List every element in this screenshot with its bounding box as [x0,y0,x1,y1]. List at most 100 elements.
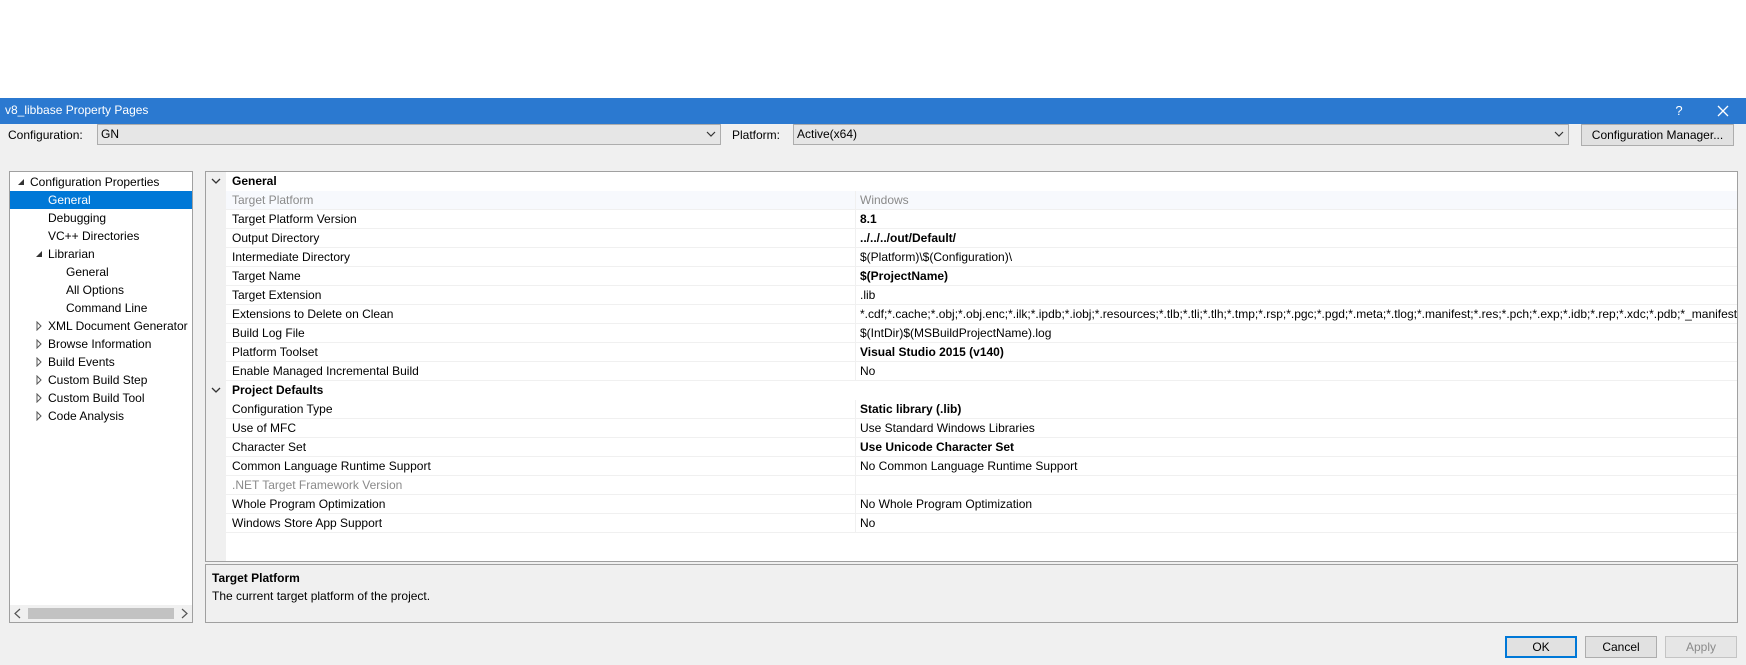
property-row[interactable]: Common Language Runtime Support No Common… [226,457,1737,476]
tree-item-label: Browse Information [48,337,152,351]
tree-item[interactable]: Browse Information [10,335,192,353]
tree-item[interactable]: Command Line [10,299,192,317]
property-row[interactable]: Windows Store App Support No [226,514,1737,533]
tree-item[interactable]: XML Document Generator [10,317,192,335]
property-name: Target Extension [232,288,322,302]
collapsed-triangle-icon[interactable] [34,357,44,367]
configuration-value: GN [101,127,119,141]
expanded-triangle-icon[interactable] [34,249,44,259]
collapsed-triangle-icon[interactable] [34,339,44,349]
property-value[interactable]: *.cdf;*.cache;*.obj;*.obj.enc;*.ilk;*.ip… [855,305,1737,324]
category-name: General [232,174,277,188]
property-name: Output Directory [232,231,320,245]
property-row[interactable]: Use of MFC Use Standard Windows Libraries [226,419,1737,438]
tree-item[interactable]: Code Analysis [10,407,192,425]
collapsed-triangle-icon[interactable] [34,375,44,385]
property-value[interactable]: $(IntDir)$(MSBuildProjectName).log [855,324,1737,343]
property-row[interactable]: Output Directory ../../../out/Default/ [226,229,1737,248]
property-row[interactable]: Build Log File $(IntDir)$(MSBuildProjectN… [226,324,1737,343]
tree-item-label: Build Events [48,355,115,369]
property-row[interactable]: Enable Managed Incremental Build No [226,362,1737,381]
expanded-triangle-icon[interactable] [16,177,26,187]
property-row[interactable]: Character Set Use Unicode Character Set [226,438,1737,457]
property-name: Whole Program Optimization [232,497,386,511]
property-name: Intermediate Directory [232,250,351,264]
apply-button[interactable]: Apply [1665,636,1737,658]
property-value[interactable]: No [855,362,1737,381]
property-row[interactable]: Target Platform Windows [226,191,1737,210]
property-value[interactable]: No [855,514,1737,533]
close-icon[interactable] [1712,101,1734,121]
property-row[interactable]: Intermediate Directory $(Platform)\$(Conf… [226,248,1737,267]
tree-item[interactable]: VC++ Directories [10,227,192,245]
ok-button[interactable]: OK [1505,636,1577,658]
property-row[interactable]: Target Platform Version 8.1 [226,210,1737,229]
collapsed-triangle-icon[interactable] [34,321,44,331]
property-name: Common Language Runtime Support [232,459,431,473]
tree-horizontal-scrollbar[interactable] [10,605,192,622]
category-name: Project Defaults [232,383,324,397]
cancel-button[interactable]: Cancel [1585,636,1657,658]
tree-item-label: Configuration Properties [30,175,160,189]
tree-item-label: General [66,265,109,279]
property-row[interactable]: .NET Target Framework Version [226,476,1737,495]
collapsed-triangle-icon[interactable] [34,393,44,403]
tree-item[interactable]: All Options [10,281,192,299]
tree-item-label: Debugging [48,211,107,225]
property-value[interactable]: Use Standard Windows Libraries [855,419,1737,438]
help-button[interactable]: ? [1668,101,1690,121]
tree-item-label: All Options [66,283,125,297]
property-value[interactable]: .lib [855,286,1737,305]
property-value[interactable]: $(ProjectName) [855,267,1737,286]
tree-item[interactable]: General [10,263,192,281]
tree-item[interactable]: General [10,191,192,209]
scroll-thumb[interactable] [28,608,174,619]
tree-item[interactable]: Custom Build Step [10,371,192,389]
property-row[interactable]: Extensions to Delete on Clean *.cdf;*.cac… [226,305,1737,324]
tree-item[interactable]: Build Events [10,353,192,371]
scroll-left-icon[interactable] [13,608,23,619]
tree-item[interactable]: Debugging [10,209,192,227]
property-value[interactable]: Static library (.lib) [855,400,1737,419]
category-header[interactable]: Project Defaults [206,381,1737,400]
property-value[interactable]: No Common Language Runtime Support [855,457,1737,476]
property-row[interactable]: Configuration Type Static library (.lib) [226,400,1737,419]
tree-item[interactable]: Librarian [10,245,192,263]
chevron-down-icon [706,131,716,137]
property-row[interactable]: Whole Program Optimization No Whole Progr… [226,495,1737,514]
property-value[interactable]: 8.1 [855,210,1737,229]
description-title: Target Platform [212,571,300,585]
chevron-down-icon [1554,131,1564,137]
category-tree[interactable]: Configuration Properties General Debugging… [9,171,193,623]
property-value[interactable]: ../../../out/Default/ [855,229,1737,248]
platform-dropdown[interactable]: Active(x64) [793,124,1569,145]
property-value[interactable]: Visual Studio 2015 (v140) [855,343,1737,362]
property-value[interactable]: No Whole Program Optimization [855,495,1737,514]
tree-item[interactable]: Custom Build Tool [10,389,192,407]
property-row[interactable]: Target Name $(ProjectName) [226,267,1737,286]
tree-item-label: Custom Build Tool [48,391,145,405]
chevron-down-icon[interactable] [211,386,221,394]
property-name: Configuration Type [232,402,333,416]
property-value[interactable]: Use Unicode Character Set [855,438,1737,457]
configuration-dropdown[interactable]: GN [97,124,721,145]
property-value[interactable] [855,476,1737,495]
configuration-manager-button[interactable]: Configuration Manager... [1581,124,1734,146]
window-title: v8_libbase Property Pages [5,103,149,117]
property-name: Target Platform [232,193,314,207]
tree-item-label: Custom Build Step [48,373,148,387]
property-value[interactable]: Windows [855,191,1737,210]
chevron-down-icon[interactable] [211,177,221,185]
scroll-right-icon[interactable] [179,608,189,619]
property-row[interactable]: Target Extension .lib [226,286,1737,305]
title-bar: v8_libbase Property Pages ? [0,98,1746,124]
platform-label: Platform: [732,128,781,142]
property-name: Extensions to Delete on Clean [232,307,394,321]
property-value[interactable]: $(Platform)\$(Configuration)\ [855,248,1737,267]
tree-item-label: VC++ Directories [48,229,140,243]
collapsed-triangle-icon[interactable] [34,411,44,421]
category-header[interactable]: General [206,172,1737,191]
tree-item[interactable]: Configuration Properties [10,173,192,191]
property-row[interactable]: Platform Toolset Visual Studio 2015 (v140… [226,343,1737,362]
description-text: The current target platform of the proje… [212,589,431,603]
